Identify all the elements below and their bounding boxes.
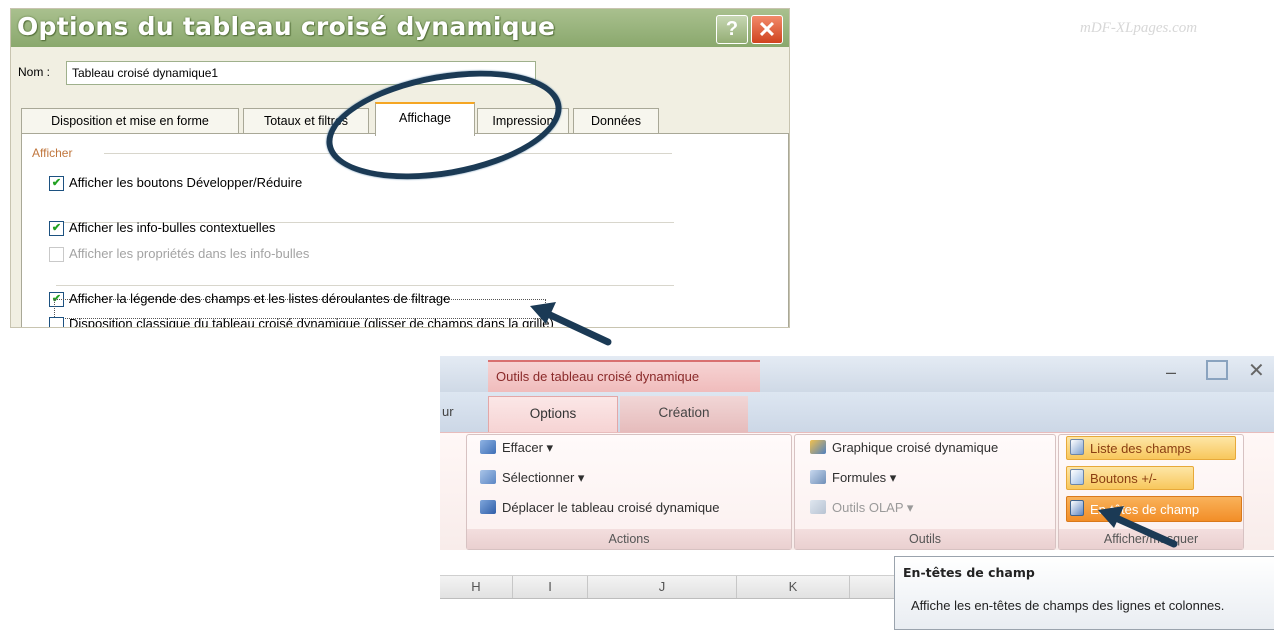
option-disposition-classique-label: Disposition classique du tableau croisé …	[69, 316, 554, 328]
option-boutons-label: Afficher les boutons Développer/Réduire	[69, 175, 303, 190]
option-legende-label: Afficher la légende des champs et les li…	[69, 291, 451, 306]
selectionner-button[interactable]: Sélectionner ▾	[480, 470, 584, 486]
checkbox-boutons[interactable]: ✔	[49, 176, 64, 191]
field-list-icon	[1070, 439, 1084, 455]
eraser-icon	[480, 440, 496, 454]
tooltip: En-têtes de champ Affiche les en-têtes d…	[894, 556, 1274, 630]
column-i[interactable]: I	[513, 576, 588, 598]
deplacer-label: Déplacer le tableau croisé dynamique	[502, 500, 720, 515]
field-headers-icon	[1070, 500, 1084, 516]
tab-creation[interactable]: Création	[620, 396, 748, 432]
graphique-button[interactable]: Graphique croisé dynamique	[810, 440, 998, 455]
context-tab-label: Outils de tableau croisé dynamique	[496, 369, 700, 384]
olap-button[interactable]: Outils OLAP ▾	[810, 500, 913, 516]
liste-champs-toggle[interactable]: Liste des champs	[1070, 439, 1191, 456]
select-icon	[480, 470, 496, 484]
section-divider-2	[56, 285, 674, 286]
deplacer-button[interactable]: Déplacer le tableau croisé dynamique	[480, 500, 720, 515]
olap-label: Outils OLAP ▾	[832, 500, 914, 515]
column-header-row: H I J K	[440, 575, 900, 599]
group-actions-title: Actions	[467, 529, 791, 549]
minimize-icon[interactable]: –	[1166, 362, 1176, 383]
column-h[interactable]: H	[440, 576, 513, 598]
tab-disposition[interactable]: Disposition et mise en forme	[21, 108, 239, 134]
arrow-to-button-icon	[1098, 506, 1178, 548]
dialog-title: Options du tableau croisé dynamique	[17, 12, 556, 41]
help-button[interactable]: ?	[716, 15, 748, 44]
column-j[interactable]: J	[588, 576, 737, 598]
option-info-bulles-label: Afficher les info-bulles contextuelles	[69, 220, 276, 235]
formules-button[interactable]: Formules ▾	[810, 470, 896, 486]
effacer-label: Effacer ▾	[502, 440, 554, 455]
graphique-label: Graphique croisé dynamique	[832, 440, 999, 455]
tab-options[interactable]: Options	[488, 396, 618, 433]
checkbox-disposition-classique[interactable]	[49, 317, 64, 327]
restore-icon[interactable]	[1206, 360, 1228, 380]
group-label-afficher: Afficher	[32, 146, 73, 160]
window-close-icon[interactable]: ✕	[1248, 358, 1265, 383]
boutons-label: Boutons +/-	[1090, 471, 1157, 486]
option-proprietes-label: Afficher les propriétés dans les info-bu…	[69, 246, 310, 261]
ribbon-title-bar: Outils de tableau croisé dynamique – ✕	[440, 356, 1274, 394]
effacer-button[interactable]: Effacer ▾	[480, 440, 553, 456]
formules-label: Formules ▾	[832, 470, 897, 485]
watermark: mDF-XLpages.com	[1080, 20, 1198, 36]
formula-icon	[810, 470, 826, 484]
tab-partial[interactable]: ur	[442, 404, 454, 419]
checkbox-info-bulles[interactable]: ✔	[49, 221, 64, 236]
name-label: Nom :	[18, 65, 51, 79]
tooltip-description: Affiche les en-têtes de champs des ligne…	[911, 598, 1225, 613]
olap-icon	[810, 500, 826, 514]
pivot-chart-icon	[810, 440, 826, 454]
group-outils-title: Outils	[795, 529, 1055, 549]
dialog-title-bar: Options du tableau croisé dynamique ? ✕	[11, 9, 789, 47]
close-button[interactable]: ✕	[751, 15, 783, 44]
selectionner-label: Sélectionner ▾	[502, 470, 585, 485]
context-tab-group: Outils de tableau croisé dynamique	[488, 360, 760, 394]
tooltip-title: En-têtes de champ	[903, 565, 1035, 580]
checkbox-proprietes[interactable]	[49, 247, 64, 262]
boutons-toggle[interactable]: Boutons +/-	[1070, 469, 1157, 486]
liste-champs-label: Liste des champs	[1090, 441, 1192, 456]
tab-donnees[interactable]: Données	[573, 108, 659, 134]
move-table-icon	[480, 500, 496, 514]
column-k[interactable]: K	[737, 576, 850, 598]
plus-minus-icon	[1070, 469, 1084, 485]
arrow-to-option-icon	[530, 302, 612, 346]
